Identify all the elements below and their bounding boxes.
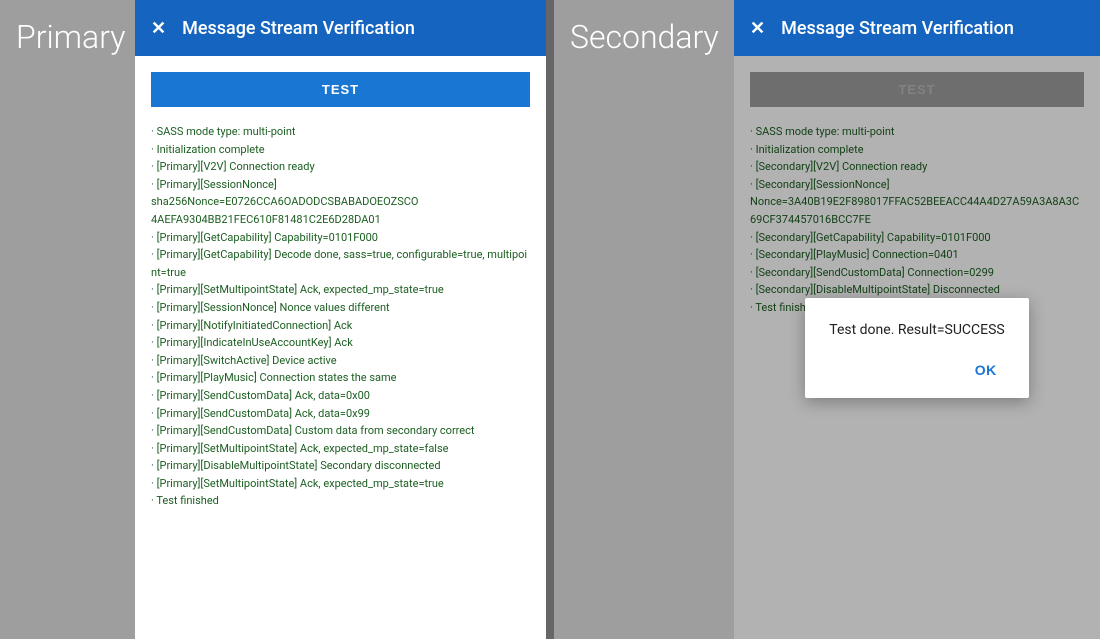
result-dialog: Test done. Result=SUCCESS OK bbox=[805, 298, 1028, 398]
secondary-label-area: Secondary bbox=[554, 0, 734, 639]
right-dialog: ✕ Message Stream Verification TEST · SAS… bbox=[734, 0, 1100, 639]
left-dialog-header: ✕ Message Stream Verification bbox=[135, 0, 546, 56]
right-close-button[interactable]: ✕ bbox=[750, 18, 765, 39]
left-test-button[interactable]: TEST bbox=[151, 72, 530, 107]
left-dialog-body: TEST · SASS mode type: multi-point · Ini… bbox=[135, 56, 546, 639]
left-log-output: · SASS mode type: multi-point · Initiali… bbox=[151, 123, 530, 510]
left-dialog-title: Message Stream Verification bbox=[182, 18, 415, 39]
right-dialog-container: ✕ Message Stream Verification TEST · SAS… bbox=[734, 0, 1100, 639]
left-dialog-container: ✕ Message Stream Verification TEST · SAS… bbox=[135, 0, 546, 639]
right-panel: Secondary ✕ Message Stream Verification … bbox=[554, 0, 1100, 639]
right-dialog-body: TEST · SASS mode type: multi-point · Ini… bbox=[734, 56, 1100, 639]
result-text: Test done. Result=SUCCESS bbox=[829, 322, 1004, 338]
result-overlay: Test done. Result=SUCCESS OK bbox=[734, 56, 1100, 639]
left-panel: Primary ✕ Message Stream Verification TE… bbox=[0, 0, 546, 639]
ok-button-container: OK bbox=[829, 358, 1004, 382]
primary-label-area: Primary bbox=[0, 0, 135, 639]
secondary-label: Secondary bbox=[570, 18, 719, 56]
primary-label: Primary bbox=[16, 18, 125, 56]
right-dialog-header: ✕ Message Stream Verification bbox=[734, 0, 1100, 56]
right-dialog-title: Message Stream Verification bbox=[781, 18, 1014, 39]
left-dialog: ✕ Message Stream Verification TEST · SAS… bbox=[135, 0, 546, 639]
panel-divider bbox=[546, 0, 554, 639]
ok-button[interactable]: OK bbox=[967, 358, 1005, 382]
left-close-button[interactable]: ✕ bbox=[151, 18, 166, 39]
